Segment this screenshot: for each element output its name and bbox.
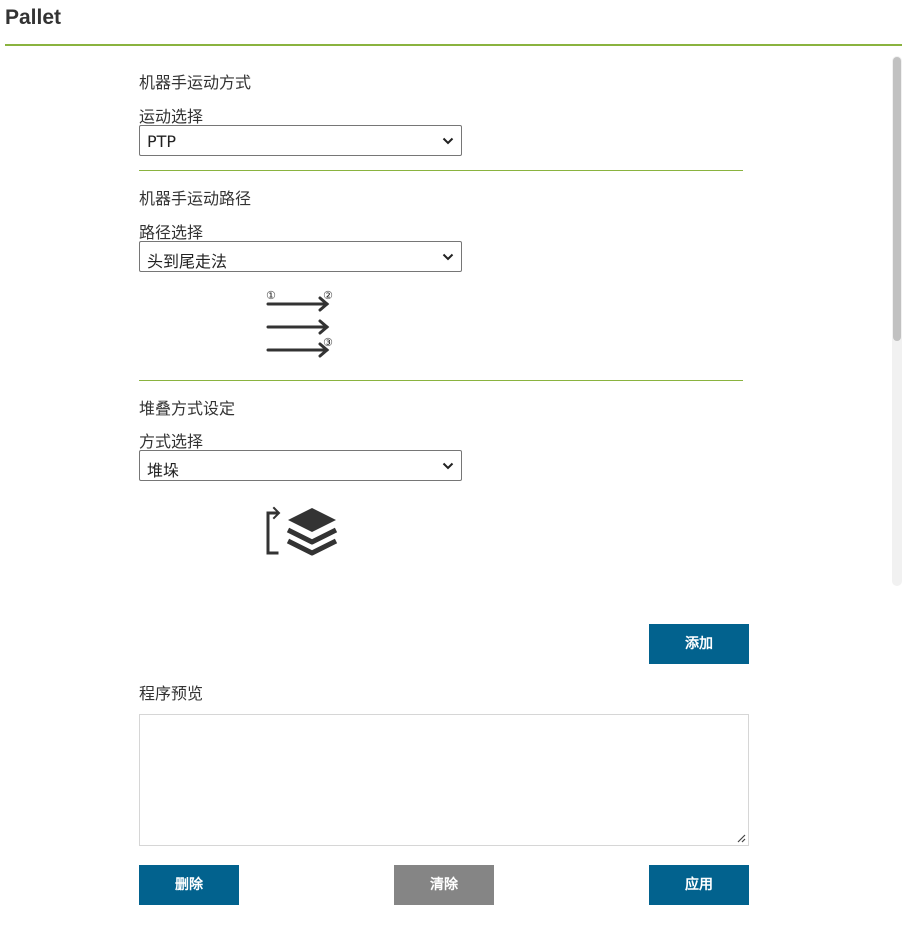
motion-select[interactable]: PTP [139,125,462,156]
path-marker-3: ③ [323,336,333,349]
arrow-2-icon [266,319,330,335]
head-to-tail-path-diagram: ① ② ③ [266,289,333,358]
page-header: Pallet [5,0,902,46]
section-divider [139,380,743,381]
delete-button[interactable]: 删除 [139,865,239,905]
path-marker-2: ② [323,289,333,302]
arrow-3-icon [266,342,330,358]
chevron-down-icon [442,462,454,470]
motion-select-value: PTP [147,132,177,151]
motion-path-section-title: 机器手运动路径 [139,189,252,208]
resize-handle-icon[interactable] [736,833,746,843]
path-marker-1: ① [266,289,276,302]
path-select-value: 头到尾走法 [147,252,228,271]
apply-button[interactable]: 应用 [649,865,749,905]
motion-select-label: 运动选择 [139,107,204,126]
add-button[interactable]: 添加 [649,624,749,664]
stacking-select-label: 方式选择 [139,432,204,451]
path-select[interactable]: 头到尾走法 [139,241,462,272]
clear-button[interactable]: 清除 [394,865,494,905]
arrow-1-icon [266,296,330,312]
program-preview-title: 程序预览 [139,684,204,703]
chevron-down-icon [442,137,454,145]
stacking-section-title: 堆叠方式设定 [139,399,236,418]
path-select-label: 路径选择 [139,223,204,242]
section-divider [139,170,743,171]
page-title: Pallet [5,6,62,29]
stacking-select[interactable]: 堆垛 [139,450,462,481]
stacking-select-value: 堆垛 [147,461,180,480]
program-preview-textarea[interactable] [139,714,749,846]
motion-mode-section-title: 机器手运动方式 [139,73,252,92]
chevron-down-icon [442,253,454,261]
stack-layers-icon [266,506,338,556]
scrollbar-thumb[interactable] [893,57,901,341]
